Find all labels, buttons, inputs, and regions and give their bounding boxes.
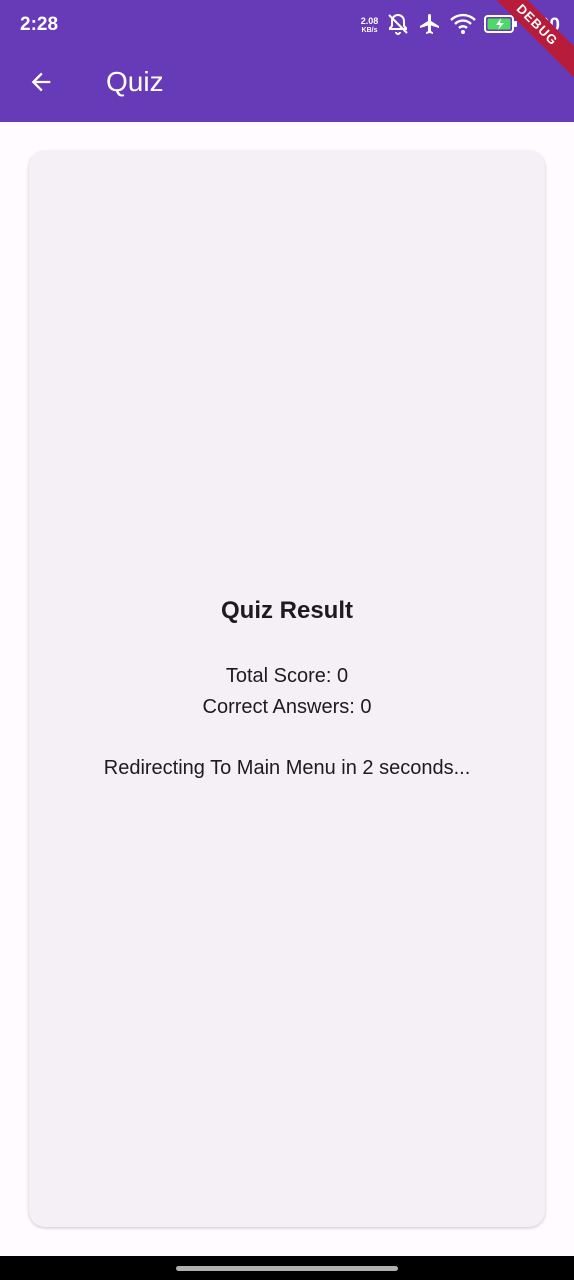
gesture-handle[interactable]: [176, 1266, 398, 1271]
status-time: 2:28: [20, 14, 59, 35]
redirect-message: Redirecting To Main Menu in 2 seconds...: [103, 757, 471, 779]
bell-off-icon: [386, 12, 410, 41]
wifi-icon: [450, 13, 477, 40]
correct-answers: Correct Answers: 0: [202, 696, 372, 718]
toolbar: Quiz: [0, 52, 574, 122]
total-score: Total Score: 0: [225, 665, 349, 687]
status-bar: 2:28 2.08 KB/s: [0, 0, 574, 52]
back-button[interactable]: [16, 59, 66, 109]
system-navigation-bar: [0, 1256, 574, 1280]
network-speed: 2.08 KB/s: [361, 17, 379, 35]
airplane-mode-icon: [418, 12, 442, 41]
page-title: Quiz: [106, 66, 164, 97]
app-bar: 2:28 2.08 KB/s Quiz: [0, 0, 574, 122]
network-speed-value: 2.08: [360, 16, 379, 26]
network-speed-unit: KB/s: [361, 27, 378, 34]
result-card: Quiz Result Total Score: 0 Correct Answe…: [29, 151, 545, 1227]
result-heading: Quiz Result: [220, 597, 353, 624]
arrow-back-icon: [27, 68, 55, 101]
battery-charging-icon: [484, 14, 518, 38]
